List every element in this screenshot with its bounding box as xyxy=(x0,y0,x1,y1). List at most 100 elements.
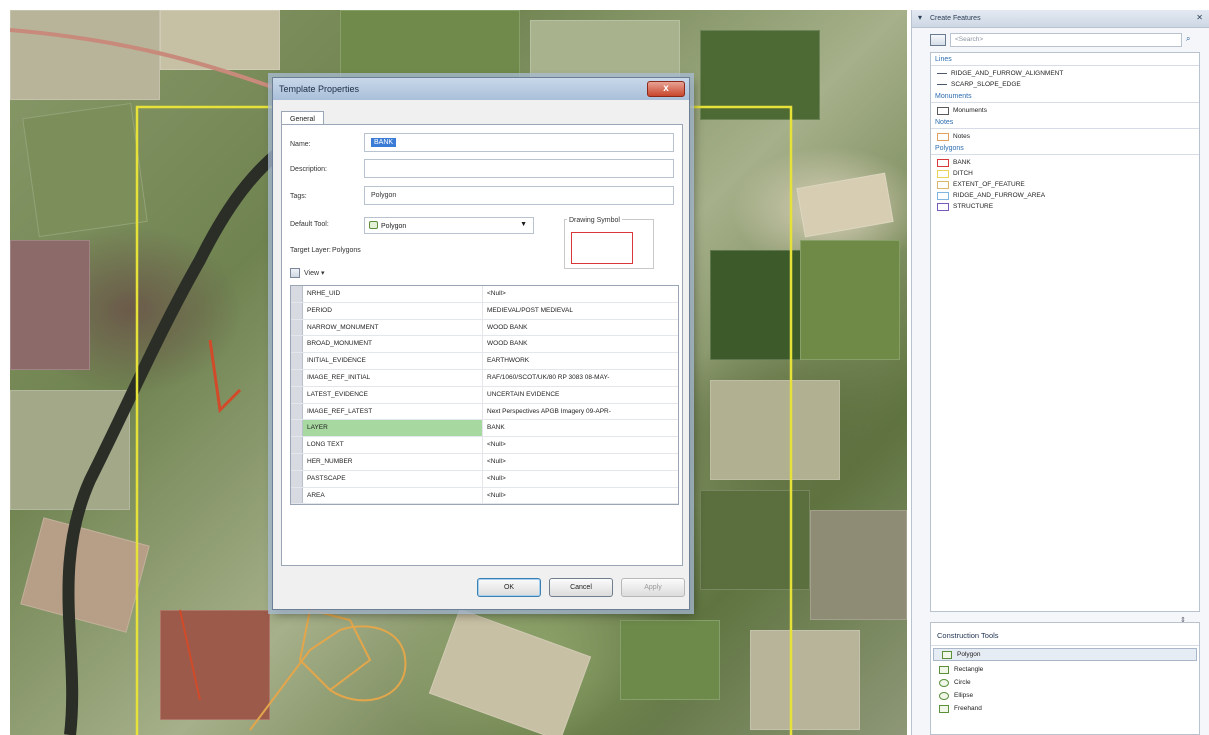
attribute-row[interactable]: PASTSCAPE <Null> xyxy=(291,470,678,488)
attribute-value[interactable]: EARTHWORK xyxy=(483,353,678,369)
attribute-row[interactable]: LAYER BANK xyxy=(291,420,678,438)
template-item-label: Notes xyxy=(953,133,970,140)
construction-tools-panel: Construction Tools Polygon Rectangle Circl… xyxy=(930,622,1200,735)
close-icon[interactable]: ✕ xyxy=(1196,13,1203,22)
name-value: BANK xyxy=(371,138,397,147)
description-field[interactable] xyxy=(364,159,674,178)
pin-icon[interactable]: ▾ xyxy=(918,13,922,22)
tool-label: Polygon xyxy=(957,651,981,658)
template-item[interactable]: Notes xyxy=(931,131,1199,142)
template-item[interactable]: Monuments xyxy=(931,105,1199,116)
template-item[interactable]: EXTENT_OF_FEATURE xyxy=(931,179,1199,190)
name-field[interactable]: BANK xyxy=(364,133,674,152)
close-button[interactable]: x xyxy=(647,81,685,97)
dialog-titlebar[interactable]: Template Properties x xyxy=(273,78,689,100)
cancel-button[interactable]: Cancel xyxy=(549,578,613,597)
template-item[interactable]: DITCH xyxy=(931,168,1199,179)
construction-tools-list: Polygon Rectangle Circle Ellipse Freehand xyxy=(931,648,1199,715)
template-item[interactable]: BANK xyxy=(931,157,1199,168)
panel-title: Create Features xyxy=(930,15,981,22)
attribute-row[interactable]: HER_NUMBER <Null> xyxy=(291,453,678,471)
polygon-icon xyxy=(942,650,952,659)
attribute-value[interactable]: <Null> xyxy=(483,437,678,453)
rectangle-icon xyxy=(939,665,949,674)
polygon-icon xyxy=(369,221,378,229)
organize-templates-icon[interactable] xyxy=(930,34,946,46)
attribute-value[interactable]: Next Perspectives APGB Imagery 09-APR- xyxy=(483,404,678,420)
template-item-label: Monuments xyxy=(953,107,987,114)
chevron-down-icon: ▼ xyxy=(520,221,527,228)
attribute-row[interactable]: LONG TEXT <Null> xyxy=(291,437,678,454)
attribute-key: BROAD_MONUMENT xyxy=(303,336,483,353)
attribute-key: IMAGE_REF_INITIAL xyxy=(303,369,483,386)
attribute-key: INITIAL_EVIDENCE xyxy=(303,353,483,369)
template-item[interactable]: RIDGE_AND_FURROW_ALIGNMENT xyxy=(931,68,1199,79)
tool-polygon[interactable]: Polygon xyxy=(933,648,1197,661)
attribute-row[interactable]: NARROW_MONUMENT WOOD BANK xyxy=(291,319,678,337)
attribute-row[interactable]: AREA <Null> xyxy=(291,487,678,504)
polygon-symbol-icon xyxy=(937,158,949,167)
view-menu[interactable]: View ▾ xyxy=(304,269,325,277)
template-item-label: EXTENT_OF_FEATURE xyxy=(953,181,1025,188)
default-tool-select[interactable]: Polygon ▼ xyxy=(364,217,534,234)
template-group-header[interactable]: Lines xyxy=(931,53,1199,66)
tool-ellipse[interactable]: Ellipse xyxy=(931,689,1199,702)
tool-label: Rectangle xyxy=(954,666,984,673)
attribute-row[interactable]: PERIOD MEDIEVAL/POST MEDIEVAL xyxy=(291,302,678,320)
template-properties-dialog: Template Properties x General Name: BANK… xyxy=(272,77,690,610)
template-group-header[interactable]: Polygons xyxy=(931,142,1199,155)
attribute-value[interactable]: WOOD BANK xyxy=(483,320,678,336)
name-label: Name: xyxy=(290,141,311,148)
panel-titlebar[interactable]: Create Features xyxy=(912,10,1209,28)
attribute-row[interactable]: IMAGE_REF_INITIAL RAF/1060/SCOT/UK/80 RP … xyxy=(291,369,678,387)
target-layer-label: Target Layer: xyxy=(290,247,331,254)
general-tab-panel: Name: BANK Description: Tags: Polygon De… xyxy=(281,124,683,566)
attribute-value[interactable]: MEDIEVAL/POST MEDIEVAL xyxy=(483,303,678,319)
template-item-label: SCARP_SLOPE_EDGE xyxy=(951,81,1021,88)
attribute-value[interactable]: UNCERTAIN EVIDENCE xyxy=(483,387,678,403)
polygon-symbol-icon xyxy=(937,191,949,200)
grid-icon[interactable] xyxy=(290,268,300,278)
tool-circle[interactable]: Circle xyxy=(931,676,1199,689)
template-item[interactable]: STRUCTURE xyxy=(931,201,1199,212)
attribute-row[interactable]: NRHE_UID <Null> xyxy=(291,286,678,303)
attribute-key: PASTSCAPE xyxy=(303,470,483,487)
freehand-icon xyxy=(939,704,949,713)
panel-toolbar: <Search> ⌕ xyxy=(930,30,1200,50)
attribute-key: PERIOD xyxy=(303,302,483,319)
attribute-value[interactable]: RAF/1060/SCOT/UK/80 RP 3083 08-MAY- xyxy=(483,370,678,386)
attribute-row[interactable]: BROAD_MONUMENT WOOD BANK xyxy=(291,336,678,354)
search-icon[interactable]: ⌕ xyxy=(1186,34,1200,46)
template-item[interactable]: RIDGE_AND_FURROW_AREA xyxy=(931,190,1199,201)
template-item-label: RIDGE_AND_FURROW_AREA xyxy=(953,192,1046,199)
attribute-value[interactable]: <Null> xyxy=(483,286,678,302)
attribute-value[interactable]: WOOD BANK xyxy=(483,336,678,352)
search-input[interactable]: <Search> xyxy=(950,33,1182,47)
construction-tools-title: Construction Tools xyxy=(931,623,1199,646)
drawing-symbol-swatch[interactable] xyxy=(571,232,633,264)
row-gutter xyxy=(291,403,303,420)
attribute-row[interactable]: IMAGE_REF_LATEST Next Perspectives APGB I… xyxy=(291,403,678,421)
template-list: Lines RIDGE_AND_FURROW_ALIGNMENT SCARP_SLO… xyxy=(930,52,1200,612)
attribute-table: NRHE_UID <Null> PERIOD MEDIEVAL/POST MEDIEV… xyxy=(290,285,679,505)
tool-freehand[interactable]: Freehand xyxy=(931,702,1199,715)
attribute-value[interactable]: <Null> xyxy=(483,471,678,487)
template-group-header[interactable]: Notes xyxy=(931,116,1199,129)
ok-button[interactable]: OK xyxy=(477,578,541,597)
polygon-symbol-icon xyxy=(937,202,949,211)
attribute-value[interactable]: BANK xyxy=(483,420,678,436)
tool-rectangle[interactable]: Rectangle xyxy=(931,663,1199,676)
template-item[interactable]: SCARP_SLOPE_EDGE xyxy=(931,79,1199,90)
line-symbol-icon xyxy=(937,84,947,85)
attribute-value[interactable]: <Null> xyxy=(483,488,678,504)
tab-strip: General xyxy=(281,108,324,128)
attribute-row[interactable]: INITIAL_EVIDENCE EARTHWORK xyxy=(291,353,678,370)
attribute-value[interactable]: <Null> xyxy=(483,454,678,470)
default-tool-value: Polygon xyxy=(381,223,407,230)
road-path xyxy=(10,28,276,90)
tags-field[interactable]: Polygon xyxy=(364,186,674,205)
template-group-header[interactable]: Monuments xyxy=(931,90,1199,103)
row-gutter xyxy=(291,470,303,487)
apply-button[interactable]: Apply xyxy=(621,578,685,597)
attribute-row[interactable]: LATEST_EVIDENCE UNCERTAIN EVIDENCE xyxy=(291,386,678,404)
